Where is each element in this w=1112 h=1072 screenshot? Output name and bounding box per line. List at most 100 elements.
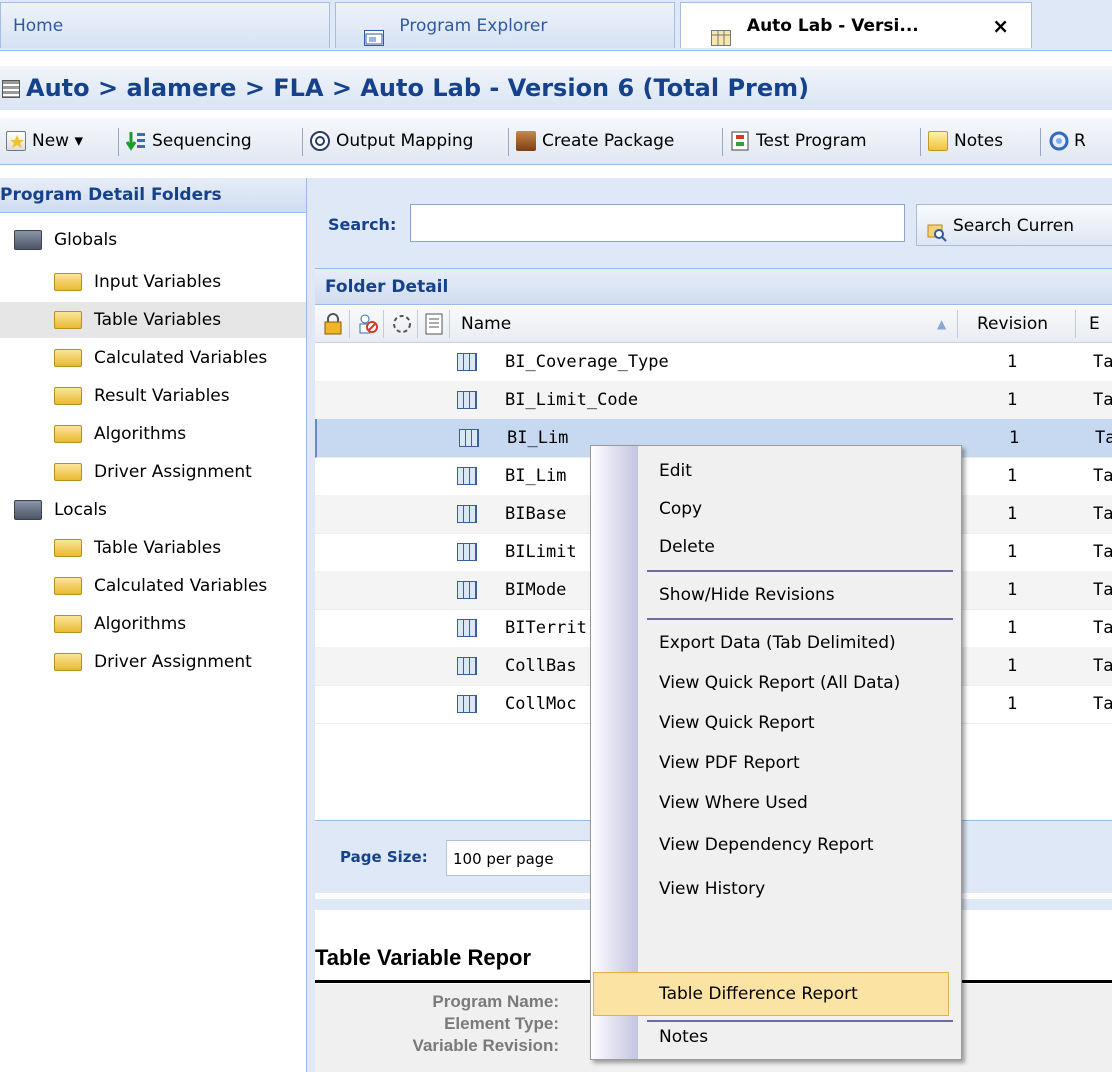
menu-item-table-difference-report[interactable]: Table Difference Report [659,975,858,1013]
tab-home[interactable]: Home [0,2,330,48]
sort-ascending-icon: ▲ [937,317,947,331]
tab-auto-lab[interactable]: Auto Lab - Versi... × [680,2,1032,48]
table-row[interactable]: BI_Coverage_Type 1 Ta [315,343,1112,382]
tab-program-explorer[interactable]: Program Explorer [335,2,675,48]
table-icon [459,429,479,447]
refresh-label: R [1074,131,1086,151]
tab-bar: Home Program Explorer Auto Lab - Versi..… [0,0,1112,51]
menu-item-show-hide-revisions[interactable]: Show/Hide Revisions [659,576,835,614]
status-icon[interactable] [391,306,413,342]
menu-item-view-dependency-report[interactable]: View Dependency Report [659,826,874,864]
folder-icon [54,653,82,671]
tree-globals[interactable]: Globals [14,222,117,258]
table-icon [457,505,477,523]
unassigned-user-icon[interactable] [357,306,379,342]
notes-icon[interactable] [425,306,443,342]
table-icon [457,467,477,485]
menu-item-view-history[interactable]: View History [659,870,765,908]
tree-locals-driver-assignment[interactable]: Driver Assignment [54,644,252,680]
tree-globals-algorithms[interactable]: Algorithms [54,416,186,452]
menu-item-copy[interactable]: Copy [659,490,702,528]
table-icon [457,657,477,675]
folder-icon [54,425,82,443]
program-explorer-icon [364,18,384,46]
table-icon [457,695,477,713]
menu-item-view-quick-report-all[interactable]: View Quick Report (All Data) [659,664,900,702]
tree-globals-driver-assignment[interactable]: Driver Assignment [54,454,252,490]
notes-label: Notes [954,131,1004,151]
test-program-button[interactable]: Test Program [730,126,867,156]
page-size-label: Page Size: [340,848,428,866]
table-icon [457,619,477,637]
program-name-label: Program Name: [432,992,559,1011]
grid-title: Folder Detail [315,269,1112,305]
tree-locals-table-variables[interactable]: Table Variables [54,530,221,566]
report-title: Table Variable Repor [315,945,532,970]
variable-revision-label: Variable Revision: [412,1036,559,1055]
tree-locals[interactable]: Locals [14,492,107,528]
menu-item-view-where-used[interactable]: View Where Used [659,784,808,822]
search-button-label: Search Curren [953,216,1074,236]
lock-icon[interactable] [323,306,343,342]
folder-icon [54,615,82,633]
table-icon [457,581,477,599]
table-icon [711,18,731,46]
grid-header: Name ▲ Revision E [315,306,1112,343]
tree-locals-algorithms[interactable]: Algorithms [54,606,186,642]
menu-item-export-data[interactable]: Export Data (Tab Delimited) [659,624,896,662]
page-size-select[interactable]: 100 per page [446,840,596,876]
program-detail-folders-panel: Program Detail Folders Globals Input Var… [0,178,307,1072]
menu-item-edit[interactable]: Edit [659,452,692,490]
menu-item-delete[interactable]: Delete [659,528,715,566]
notes-icon [928,131,948,151]
sequencing-label: Sequencing [152,131,252,151]
refresh-icon [1048,131,1069,151]
output-mapping-label: Output Mapping [336,131,474,151]
new-document-icon [6,131,26,151]
tree-globals-input-variables[interactable]: Input Variables [54,264,221,300]
tab-home-label: Home [13,16,64,36]
table-row[interactable]: BI_Limit_Code 1 Ta [315,381,1112,420]
breadcrumb-text: Auto > alamere > FLA > Auto Lab - Versio… [26,74,810,102]
menu-item-view-pdf-report[interactable]: View PDF Report [659,744,800,782]
new-label: New [32,131,70,151]
menu-separator [647,570,953,572]
sequencing-icon [125,131,146,151]
toolbar: New ▾ Sequencing Output Mapping Create P… [0,118,1112,165]
folder-icon [54,463,82,481]
table-icon [457,353,477,371]
column-header-name[interactable]: Name [461,306,511,342]
folder-icon [54,311,82,329]
output-mapping-button[interactable]: Output Mapping [310,126,473,156]
tab-program-explorer-label: Program Explorer [399,16,548,36]
menu-item-view-quick-report[interactable]: View Quick Report [659,704,815,742]
table-icon [2,80,20,98]
tree-globals-table-variables[interactable]: Table Variables [0,302,306,338]
notes-button[interactable]: Notes [928,126,1003,156]
panel-title: Program Detail Folders [0,178,306,213]
refresh-button[interactable]: R [1048,126,1086,156]
output-mapping-icon [310,131,330,151]
search-input[interactable] [410,204,905,242]
folder-icon [54,539,82,557]
table-icon [457,391,477,409]
folder-icon [54,577,82,595]
column-header-revision[interactable]: Revision [977,306,1048,342]
tree-globals-calculated-variables[interactable]: Calculated Variables [54,340,267,376]
tree-locals-calculated-variables[interactable]: Calculated Variables [54,568,267,604]
search-current-button[interactable]: Search Curren [916,204,1112,246]
folder-icon [14,500,42,520]
folder-icon [54,273,82,291]
column-header-e[interactable]: E [1089,306,1100,342]
folder-icon [54,349,82,367]
element-type-label: Element Type: [444,1014,559,1033]
create-package-button[interactable]: Create Package [516,126,674,156]
menu-item-notes[interactable]: Notes [659,1018,708,1056]
tree-globals-result-variables[interactable]: Result Variables [54,378,230,414]
folder-icon [14,230,42,250]
search-label: Search: [328,215,397,234]
new-button[interactable]: New ▾ [6,126,83,156]
sequencing-button[interactable]: Sequencing [125,126,252,156]
create-package-label: Create Package [542,131,675,151]
close-icon[interactable]: × [992,3,1009,49]
